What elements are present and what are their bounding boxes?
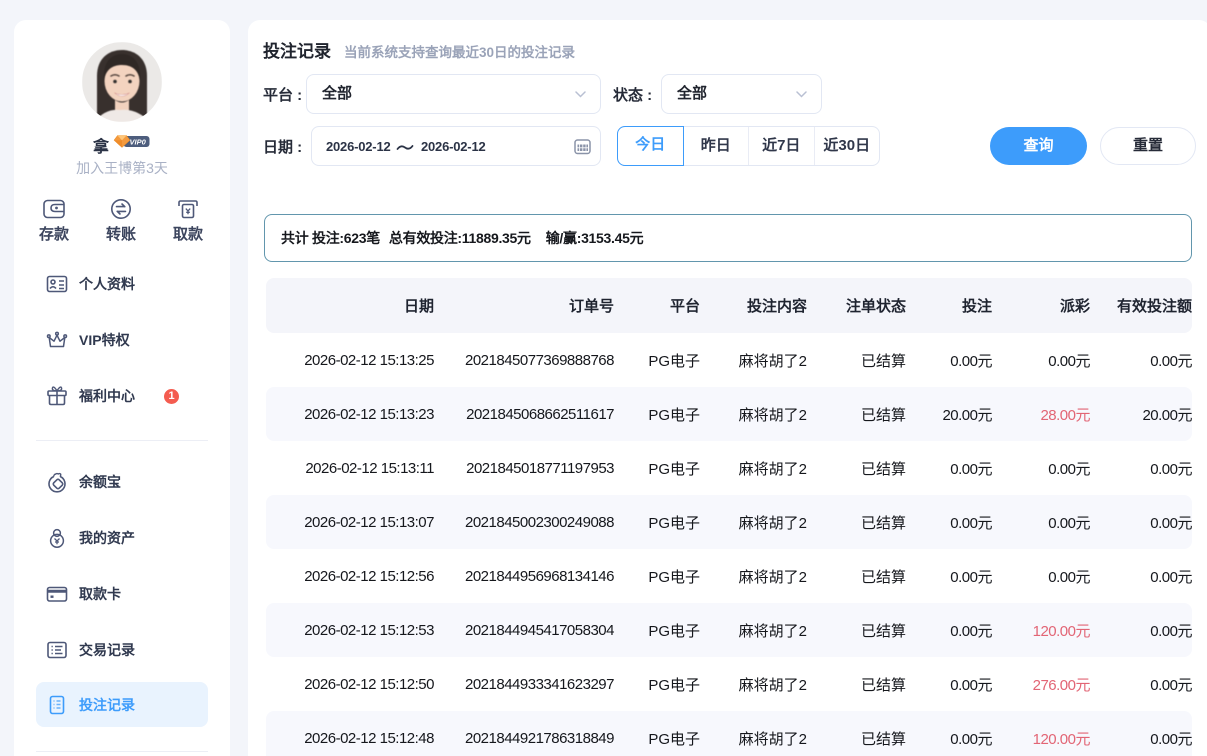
svg-text:VIP0: VIP0 bbox=[130, 137, 147, 146]
